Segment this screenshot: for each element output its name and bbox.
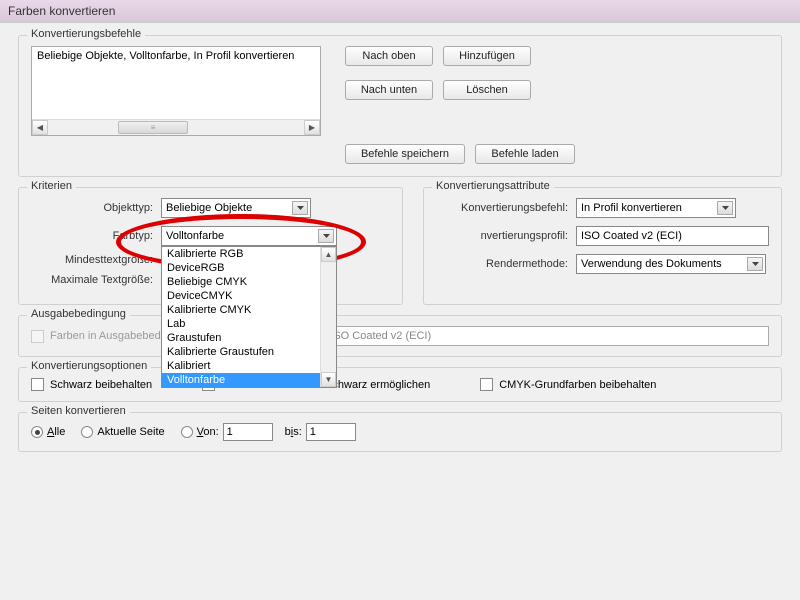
objekttyp-label: Objekttyp: — [31, 202, 161, 214]
window-title: Farben konvertieren — [0, 0, 800, 23]
render-value: Verwendung des Dokuments — [581, 258, 722, 270]
objekttyp-value: Beliebige Objekte — [166, 202, 252, 214]
farbtyp-combo[interactable]: Volltonfarbe — [161, 226, 337, 246]
list-item[interactable]: Beliebige Objekte, Volltonfarbe, In Prof… — [34, 49, 318, 63]
scroll-down-icon[interactable]: ▼ — [321, 372, 336, 387]
option-beliebige-cmyk[interactable]: Beliebige CMYK — [162, 275, 336, 289]
profil-value: ISO Coated v2 (ECI) — [581, 230, 682, 242]
all-label: Alle — [47, 426, 65, 438]
chevron-down-icon — [292, 201, 308, 215]
to-label: bis: — [285, 426, 302, 438]
befehl-value: In Profil konvertieren — [581, 202, 682, 214]
criteria-group: Kriterien Objekttyp: Beliebige Objekte F… — [18, 187, 403, 305]
to-input[interactable]: 1 — [306, 423, 356, 441]
option-volltonfarbe[interactable]: Volltonfarbe — [162, 373, 336, 387]
save-commands-button[interactable]: Befehle speichern — [345, 144, 465, 164]
option-graustufen[interactable]: Graustufen — [162, 331, 336, 345]
commands-group-label: Konvertierungsbefehle — [27, 28, 145, 40]
conv-options-label: Konvertierungsoptionen — [27, 360, 151, 372]
attributes-group-label: Konvertierungsattribute — [432, 180, 554, 192]
dropdown-scrollbar[interactable]: ▲ ▼ — [320, 247, 336, 387]
embed-label: Farben in Ausgabebedin — [50, 330, 169, 342]
criteria-group-label: Kriterien — [27, 180, 76, 192]
down-button[interactable]: Nach unten — [345, 80, 433, 100]
pages-group: Seiten konvertieren Alle Aktuelle Seite … — [18, 412, 782, 452]
add-button[interactable]: Hinzufügen — [443, 46, 531, 66]
option-kalibrierte-rgb[interactable]: Kalibrierte RGB — [162, 247, 336, 261]
output-profile-value: ISO Coated v2 (ECI) — [330, 330, 431, 342]
output-group: Ausgabebedingung Farben in Ausgabebedin … — [18, 315, 782, 357]
scroll-right-icon[interactable]: ▶ — [304, 120, 320, 135]
befehl-label: Konvertierungsbefehl: — [436, 202, 576, 214]
dialog-content: Konvertierungsbefehle Beliebige Objekte,… — [0, 23, 800, 474]
option-devicergb[interactable]: DeviceRGB — [162, 261, 336, 275]
chevron-down-icon — [747, 257, 763, 271]
option-kalibrierte-graustufen[interactable]: Kalibrierte Graustufen — [162, 345, 336, 359]
farbtyp-value: Volltonfarbe — [166, 230, 224, 242]
cmyk-checkbox[interactable] — [480, 378, 493, 391]
profil-label: nvertierungsprofil: — [436, 230, 576, 242]
current-label: Aktuelle Seite — [97, 426, 164, 438]
h-scrollbar[interactable]: ◀ ≡ ▶ — [32, 119, 320, 135]
black-checkbox[interactable] — [31, 378, 44, 391]
load-commands-button[interactable]: Befehle laden — [475, 144, 575, 164]
maxtext-label: Maximale Textgröße: — [31, 274, 161, 286]
embed-checkbox — [31, 330, 44, 343]
option-lab[interactable]: Lab — [162, 317, 336, 331]
commands-group: Konvertierungsbefehle Beliebige Objekte,… — [18, 35, 782, 177]
attributes-group: Konvertierungsattribute Konvertierungsbe… — [423, 187, 782, 305]
current-radio[interactable] — [81, 426, 93, 438]
output-group-label: Ausgabebedingung — [27, 308, 130, 320]
befehl-combo[interactable]: In Profil konvertieren — [576, 198, 736, 218]
chevron-down-icon — [318, 229, 334, 243]
up-button[interactable]: Nach oben — [345, 46, 433, 66]
all-radio[interactable] — [31, 426, 43, 438]
from-radio[interactable] — [181, 426, 193, 438]
profil-field[interactable]: ISO Coated v2 (ECI) — [576, 226, 769, 246]
farbtyp-label: Farbtyp: — [31, 230, 161, 242]
delete-button[interactable]: Löschen — [443, 80, 531, 100]
scroll-thumb[interactable]: ≡ — [118, 121, 188, 134]
mintext-label: Mindesttextgröße: — [31, 254, 161, 266]
cmyk-label: CMYK-Grundfarben beibehalten — [499, 379, 656, 391]
option-devicecmyk[interactable]: DeviceCMYK — [162, 289, 336, 303]
black-label: Schwarz beibehalten — [50, 379, 152, 391]
render-label: Rendermethode: — [436, 258, 576, 270]
scroll-left-icon[interactable]: ◀ — [32, 120, 48, 135]
pages-group-label: Seiten konvertieren — [27, 405, 130, 417]
from-label: Von: — [197, 426, 219, 438]
from-input[interactable]: 1 — [223, 423, 273, 441]
scroll-up-icon[interactable]: ▲ — [321, 247, 336, 262]
option-kalibriert[interactable]: Kalibriert — [162, 359, 336, 373]
render-combo[interactable]: Verwendung des Dokuments — [576, 254, 766, 274]
commands-listbox[interactable]: Beliebige Objekte, Volltonfarbe, In Prof… — [31, 46, 321, 136]
chevron-down-icon — [717, 201, 733, 215]
from-value: 1 — [227, 426, 233, 438]
objekttyp-combo[interactable]: Beliebige Objekte — [161, 198, 311, 218]
option-kalibrierte-cmyk[interactable]: Kalibrierte CMYK — [162, 303, 336, 317]
to-value: 1 — [310, 426, 316, 438]
output-profile-field: ISO Coated v2 (ECI) — [325, 326, 769, 346]
conv-options-group: Konvertierungsoptionen Schwarz beibehalt… — [18, 367, 782, 402]
farbtyp-dropdown[interactable]: Kalibrierte RGB DeviceRGB Beliebige CMYK… — [161, 246, 337, 388]
